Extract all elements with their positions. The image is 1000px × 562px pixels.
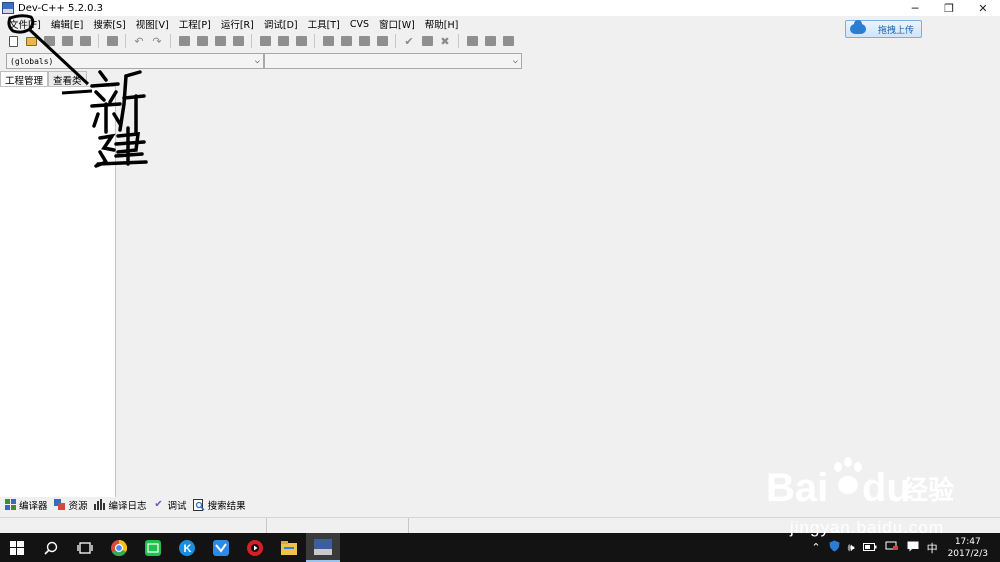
clock-date: 2017/2/3 — [947, 548, 988, 559]
security-shield-icon[interactable] — [829, 540, 840, 555]
tray-expand-chevron-icon[interactable]: ⌃ — [811, 541, 820, 554]
iqiyi-icon — [145, 539, 161, 556]
network-icon[interactable] — [885, 541, 899, 554]
taskbar-app-file-explorer[interactable] — [272, 533, 306, 562]
chrome-icon — [111, 539, 128, 556]
annotation-circle — [7, 14, 35, 34]
ime-indicator[interactable]: 中 — [927, 540, 938, 556]
taskbar-app-devcpp[interactable] — [306, 533, 340, 562]
baidu-watermark: Bai du 经验 — [766, 457, 954, 510]
taskbar-app-music[interactable] — [238, 533, 272, 562]
taskbar-app-iqiyi[interactable] — [136, 533, 170, 562]
volume-icon[interactable]: 🕪 — [848, 541, 855, 555]
svg-text:K: K — [184, 543, 192, 555]
annotation-char-jian — [94, 126, 148, 168]
baidu-paw-icon — [834, 457, 862, 494]
kugou-icon: K — [179, 539, 195, 556]
watermark-brand: Bai — [766, 466, 828, 510]
task-view-icon — [77, 541, 93, 554]
action-center-icon[interactable] — [907, 541, 919, 555]
battery-icon[interactable] — [862, 541, 877, 554]
app-bird-icon — [213, 539, 229, 556]
search-button[interactable] — [34, 533, 68, 562]
annotation-arrow-head — [61, 89, 93, 95]
taskbar-app-bird[interactable] — [204, 533, 238, 562]
taskbar-app-chrome[interactable] — [102, 533, 136, 562]
clock[interactable]: 17:47 2017/2/3 — [948, 536, 988, 560]
clock-time: 17:47 — [954, 536, 981, 547]
start-button[interactable] — [0, 533, 34, 562]
watermark-cn: 经验 — [902, 475, 954, 505]
annotation-arrow-line — [28, 28, 90, 86]
search-icon — [44, 541, 58, 555]
windows-start-icon — [10, 540, 24, 555]
devcpp-icon — [314, 538, 332, 555]
music-player-icon — [247, 539, 263, 556]
taskbar-app-kugou[interactable]: K — [170, 533, 204, 562]
watermark-url: jingyan.baidu.com — [790, 518, 945, 537]
annotation-char-xin — [90, 70, 146, 136]
file-explorer-icon — [281, 540, 297, 555]
task-view-button[interactable] — [68, 533, 102, 562]
